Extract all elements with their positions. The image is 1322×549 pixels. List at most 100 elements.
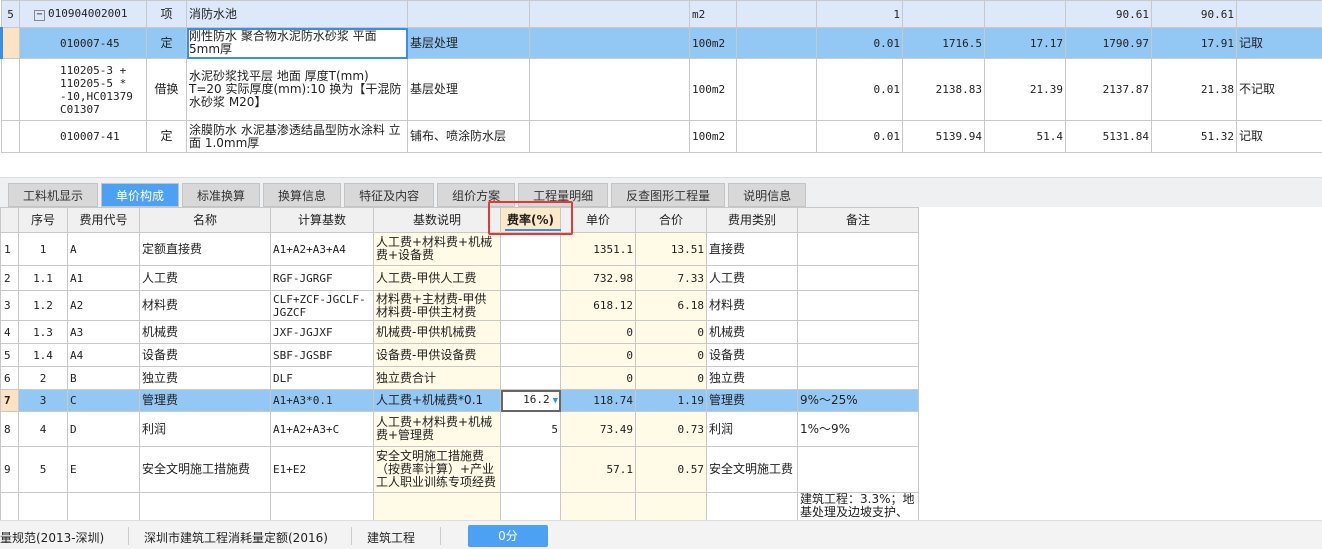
cell-seq[interactable]: 5 <box>18 446 68 493</box>
cell-rate[interactable] <box>500 320 561 344</box>
cost-row[interactable]: 9 5 E 安全文明施工措施费 E1+E2 安全文明施工措施费（按费率计算）+产业工人职业… <box>0 446 919 493</box>
cell-category[interactable]: 利润 <box>706 411 798 447</box>
cell-unit-price[interactable]: 732.98 <box>560 265 636 291</box>
column-header[interactable]: 备注 <box>797 207 919 233</box>
cell-category[interactable]: 安全文明施工费 <box>706 446 798 493</box>
cell-total[interactable]: 0 <box>635 366 707 390</box>
cell-c2[interactable]: 51.4 <box>984 120 1066 153</box>
cell-code[interactable]: D <box>67 411 140 447</box>
cell-rate[interactable]: 5 <box>500 411 561 447</box>
cell-seq[interactable] <box>18 492 68 521</box>
cell-feature[interactable]: 基层处理 <box>407 27 530 59</box>
cell-name[interactable]: 材料费 <box>139 290 271 321</box>
cell-remark[interactable]: 1%～9% <box>797 411 919 447</box>
cell-remark[interactable]: 建筑工程：3.3%；地基处理及边坡支护、 <box>797 492 919 521</box>
cell-name[interactable]: 刚性防水 聚合物水泥防水砂浆 平面 5mm厚 <box>186 27 408 59</box>
cell-unit-price[interactable]: 57.1 <box>560 446 636 493</box>
cell-c3[interactable]: 5131.84 <box>1065 120 1152 153</box>
cell-name[interactable]: 消防水池 <box>186 0 408 28</box>
cell-c1[interactable]: 2138.83 <box>902 58 985 121</box>
cell-rate[interactable] <box>500 232 561 266</box>
column-header[interactable]: 计算基数 <box>270 207 374 233</box>
cell-qty[interactable]: 0.01 <box>816 27 903 59</box>
cell-code[interactable]: A2 <box>67 290 140 321</box>
cell-unit[interactable]: m2 <box>689 0 737 28</box>
cell-category[interactable]: 机械费 <box>706 320 798 344</box>
cell-name[interactable]: 利润 <box>139 411 271 447</box>
cell-c2[interactable] <box>984 0 1066 28</box>
cell-name[interactable]: 水泥砂浆找平层 地面 厚度T(mm) T=20 实际厚度(mm):10 换为【干… <box>186 58 408 121</box>
cell-c4[interactable]: 51.32 <box>1151 120 1237 153</box>
cost-row[interactable]: 建筑工程：3.3%；地基处理及边坡支护、 <box>0 492 919 521</box>
cell-total[interactable] <box>635 492 707 521</box>
cell-qty[interactable]: 0.01 <box>816 120 903 153</box>
cell-base[interactable]: E1+E2 <box>270 446 374 493</box>
cell-code[interactable]: A4 <box>67 343 140 367</box>
cell-seq[interactable]: 1.3 <box>18 320 68 344</box>
cell-c1[interactable] <box>902 0 985 28</box>
cell-base-desc[interactable] <box>373 492 501 521</box>
cell-feature[interactable] <box>407 0 530 28</box>
cell-code[interactable] <box>67 492 140 521</box>
cell-c4[interactable]: 17.91 <box>1151 27 1237 59</box>
column-header[interactable]: 序号 <box>18 207 68 233</box>
cell-code[interactable]: A1 <box>67 265 140 291</box>
cell-category[interactable]: 管理费 <box>706 389 798 412</box>
cell-empty[interactable] <box>529 27 690 59</box>
tab-8[interactable]: 说明信息 <box>728 183 807 207</box>
cell-total[interactable]: 0.57 <box>635 446 707 493</box>
cell-code[interactable]: 010007-41 <box>19 120 147 153</box>
cell-empty[interactable] <box>529 120 690 153</box>
cell-type[interactable]: 借换 <box>146 58 187 121</box>
cell-type[interactable]: 定 <box>146 27 187 59</box>
cell-seq[interactable]: 1.2 <box>18 290 68 321</box>
column-header[interactable]: 基数说明 <box>373 207 501 233</box>
row-header[interactable] <box>0 27 20 59</box>
column-header[interactable]: 合价 <box>635 207 707 233</box>
cell-rownum[interactable]: 2 <box>0 265 19 291</box>
cell-remark[interactable] <box>797 232 919 266</box>
cell-remark[interactable] <box>797 366 919 390</box>
cell-seq[interactable]: 1 <box>18 232 68 266</box>
tab-3[interactable]: 换算信息 <box>263 183 342 207</box>
cell-unit-price[interactable] <box>560 492 636 521</box>
cell-unit[interactable]: 100m2 <box>689 120 737 153</box>
cell-unit-price[interactable]: 73.49 <box>560 411 636 447</box>
cell-base[interactable]: RGF-JGRGF <box>270 265 374 291</box>
row-header[interactable]: 5 <box>1 0 20 28</box>
cell-c2[interactable]: 21.39 <box>984 58 1066 121</box>
cell-unit[interactable]: 100m2 <box>689 58 737 121</box>
cell-unit-price[interactable]: 0 <box>560 366 636 390</box>
cell-total[interactable]: 7.33 <box>635 265 707 291</box>
cell-rate[interactable] <box>500 446 561 493</box>
cell-base[interactable]: CLF+ZCF-JGCLF-JGZCF <box>270 290 374 321</box>
column-header[interactable]: 费用代号 <box>67 207 140 233</box>
cell-c4[interactable]: 90.61 <box>1151 0 1237 28</box>
cell-unit-price[interactable]: 618.12 <box>560 290 636 321</box>
cell-unit-price[interactable]: 0 <box>560 343 636 367</box>
cell-total[interactable]: 0.73 <box>635 411 707 447</box>
cost-row[interactable]: 8 4 D 利润 A1+A2+A3+C 人工费+材料费+机械费+管理费 5 73.49 0.73… <box>0 411 919 447</box>
cell-c3[interactable]: 2137.87 <box>1065 58 1152 121</box>
cell-remark[interactable] <box>797 446 919 493</box>
cell-base-desc[interactable]: 机械费-甲供机械费 <box>373 320 501 344</box>
cell-rownum[interactable]: 9 <box>0 446 19 493</box>
cell-remark[interactable]: 9%～25% <box>797 389 919 412</box>
cell-feature[interactable]: 铺布、喷涂防水层 <box>407 120 530 153</box>
cell-base-desc[interactable]: 设备费-甲供设备费 <box>373 343 501 367</box>
cell-base[interactable]: A1+A2+A3+A4 <box>270 232 374 266</box>
cell-code[interactable]: E <box>67 446 140 493</box>
cell-category[interactable]: 独立费 <box>706 366 798 390</box>
cell-expr[interactable] <box>736 27 817 59</box>
cell-base-desc[interactable]: 材料费+主材费-甲供材料费-甲供主材费 <box>373 290 501 321</box>
cell-base[interactable]: DLF <box>270 366 374 390</box>
column-header[interactable]: 名称 <box>139 207 271 233</box>
cell-base-desc[interactable]: 人工费+材料费+机械费+设备费 <box>373 232 501 266</box>
cell-name[interactable]: 管理费 <box>139 389 271 412</box>
cell-unit-price[interactable]: 0 <box>560 320 636 344</box>
cell-remark[interactable] <box>797 343 919 367</box>
cell-rownum[interactable] <box>0 492 19 521</box>
collapse-icon[interactable]: − <box>34 10 45 21</box>
cell-qty[interactable]: 1 <box>816 0 903 28</box>
cell-unit-price[interactable]: 118.74 <box>560 389 636 412</box>
